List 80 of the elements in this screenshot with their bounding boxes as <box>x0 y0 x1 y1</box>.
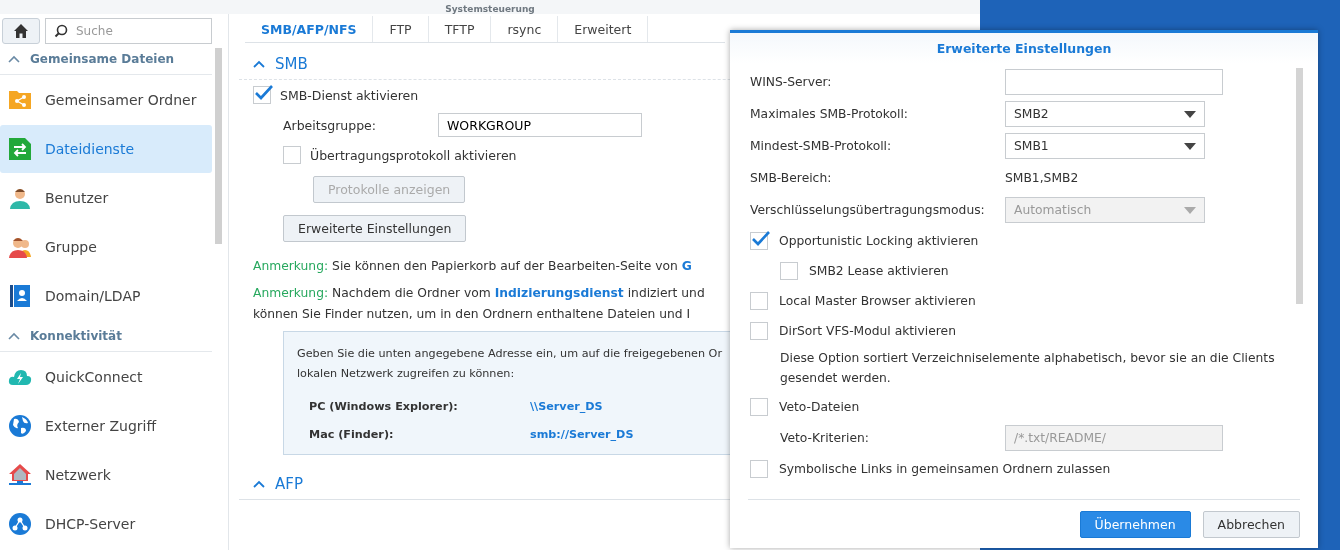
tab[interactable]: FTP <box>373 16 429 42</box>
checkbox[interactable] <box>750 232 768 250</box>
dropdown[interactable]: SMB2 <box>1005 101 1205 127</box>
checkbox[interactable] <box>750 460 768 478</box>
sidebar-item[interactable]: DHCP-Server <box>0 500 212 548</box>
advanced-settings-button[interactable]: Erweiterte Einstellungen <box>283 215 467 242</box>
window-title: Systemsteuerung <box>445 4 535 14</box>
scrollbar[interactable] <box>215 48 222 244</box>
address-label: Mac (Finder): <box>309 427 395 441</box>
field-value: SMB1,SMB2 <box>1005 171 1079 185</box>
info-text: Geben Sie die unten angegebene Adresse ein, um auf die freigegebenen Or lokalen Netzwerk zugreifen zu können: <box>297 346 723 382</box>
field-label: Verschlüsselungsübertragungsmodus: <box>750 203 986 217</box>
checkbox-label: SMB-Dienst aktivieren <box>280 87 419 103</box>
address-label: PC (Windows Explorer): <box>309 399 459 413</box>
sidebar-item[interactable]: Gruppe <box>0 223 212 271</box>
tab[interactable]: SMB/AFP/NFS <box>245 16 374 42</box>
checkbox-label: SMB2 Lease aktivieren <box>809 264 949 278</box>
house-icon <box>8 463 32 487</box>
sidebar-item[interactable]: QuickConnect <box>0 353 212 401</box>
caret-icon <box>1184 206 1196 214</box>
field-label: Mindest-SMB-Protokoll: <box>750 139 893 153</box>
search-icon <box>54 24 68 38</box>
scrollbar[interactable] <box>1296 68 1303 304</box>
description-text: Diese Option sortiert Verzeichniselemente alphabetisch, bevor sie an die Clients gesendet werden. <box>780 350 1276 387</box>
caret-icon <box>1184 110 1196 118</box>
field-label: SMB-Bereich: <box>750 171 833 185</box>
checkbox-label: Symbolische Links in gemeinsamen Ordnern zulassen <box>779 462 1111 476</box>
dropdown[interactable]: SMB1 <box>1005 133 1205 159</box>
home-button[interactable] <box>2 18 40 44</box>
checkbox-label: DirSort VFS-Modul aktivieren <box>779 324 956 338</box>
checkbox[interactable] <box>750 398 768 416</box>
section-title: AFP <box>275 475 303 493</box>
checkbox[interactable] <box>283 146 301 164</box>
link[interactable]: Indizierungsdienst <box>494 286 624 300</box>
workgroup-field[interactable]: WORKGROUP <box>438 113 642 137</box>
home-icon <box>13 23 29 39</box>
section-title: Konnektivität <box>30 329 122 343</box>
link[interactable]: G <box>681 259 692 273</box>
collapse-icon[interactable] <box>8 332 20 340</box>
field-label: Maximales SMB-Protokoll: <box>750 107 909 121</box>
sidebar-item[interactable]: Domain/LDAP <box>0 272 212 320</box>
checkbox-label: Übertragungsprotokoll aktivieren <box>310 147 517 163</box>
caret-icon <box>1184 142 1196 150</box>
shared-folder-icon <box>8 88 32 112</box>
directory-icon <box>8 284 32 308</box>
section-title: SMB <box>275 55 308 73</box>
checkbox[interactable] <box>780 262 798 280</box>
field-label: WINS-Server: <box>750 75 833 89</box>
globe-icon <box>8 414 32 438</box>
sidebar-item[interactable]: Externer Zugriff <box>0 402 212 450</box>
collapse-icon[interactable] <box>8 55 20 63</box>
collapse-icon[interactable] <box>253 480 265 488</box>
checkbox[interactable] <box>750 292 768 310</box>
sidebar-item[interactable]: Benutzer <box>0 174 212 222</box>
checkbox-label: Veto-Dateien <box>779 400 860 414</box>
transfer-icon <box>8 137 32 161</box>
checkbox-label: Local Master Browser aktivieren <box>779 294 976 308</box>
user-icon <box>8 186 32 210</box>
field-label: Arbeitsgruppe: <box>283 117 377 133</box>
collapse-icon[interactable] <box>253 60 265 68</box>
checkbox[interactable] <box>253 86 271 104</box>
dialog-button[interactable]: Übernehmen <box>1079 510 1191 538</box>
network-icon <box>8 512 32 536</box>
sidebar-item[interactable]: Netzwerk <box>0 451 212 499</box>
dialog-title: Erweiterte Einstellungen <box>730 33 1318 63</box>
section-title: Gemeinsame Dateien <box>30 52 175 66</box>
field-label: Veto-Kriterien: <box>780 431 870 445</box>
tab[interactable]: rsync <box>491 16 559 42</box>
checkbox[interactable] <box>750 322 768 340</box>
group-icon <box>8 235 32 259</box>
sidebar-item[interactable]: Gemeinsamer Ordner <box>0 76 212 124</box>
address-value: \\Server_DS <box>530 399 603 413</box>
tab[interactable]: Erweitert <box>558 16 649 42</box>
checkbox-label: Opportunistic Locking aktivieren <box>779 234 979 248</box>
tab[interactable]: TFTP <box>428 16 492 42</box>
sidebar-item[interactable]: Dateidienste <box>0 125 212 173</box>
input-field[interactable] <box>1005 69 1223 95</box>
search-field[interactable]: Suche <box>45 18 212 44</box>
address-value: smb://Server_DS <box>530 427 634 441</box>
dialog-button[interactable]: Abbrechen <box>1202 510 1300 538</box>
